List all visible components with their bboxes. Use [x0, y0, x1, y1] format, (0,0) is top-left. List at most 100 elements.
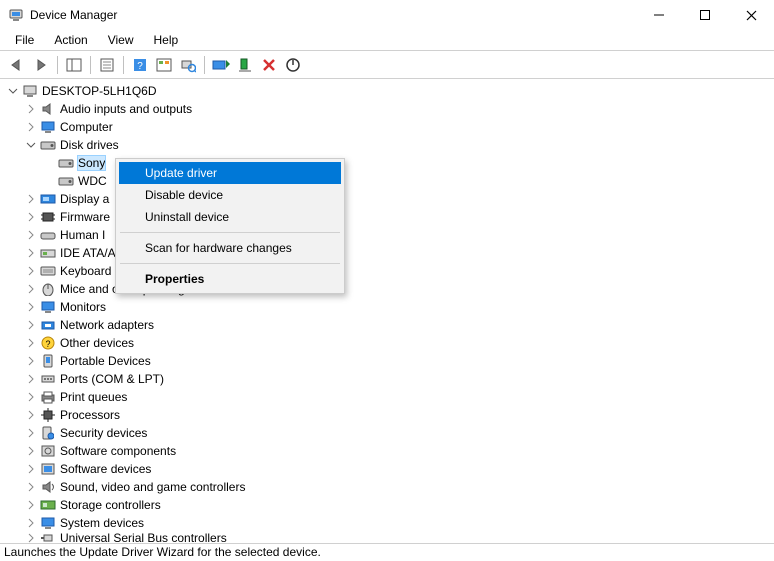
tree-label: Software components [60, 444, 176, 458]
disk-icon [58, 155, 74, 171]
tree-item-storage[interactable]: Storage controllers [6, 496, 774, 514]
update-driver-button[interactable] [210, 54, 232, 76]
show-hide-console-tree-button[interactable] [63, 54, 85, 76]
chevron-down-icon[interactable] [24, 138, 38, 152]
device-tree[interactable]: DESKTOP-5LH1Q6D Audio inputs and outputs… [0, 80, 774, 543]
chevron-right-icon[interactable] [24, 390, 38, 404]
chevron-right-icon[interactable] [24, 498, 38, 512]
separator [204, 56, 205, 74]
properties-button[interactable] [96, 54, 118, 76]
chevron-right-icon[interactable] [24, 444, 38, 458]
menu-view[interactable]: View [99, 31, 143, 49]
context-update-driver[interactable]: Update driver [119, 162, 341, 184]
portable-device-icon [40, 353, 56, 369]
chevron-right-icon[interactable] [24, 408, 38, 422]
tree-item-printq[interactable]: Print queues [6, 388, 774, 406]
tree-item-sound[interactable]: Sound, video and game controllers [6, 478, 774, 496]
chevron-right-icon[interactable] [24, 264, 38, 278]
tree-item-processors[interactable]: Processors [6, 406, 774, 424]
context-scan-hardware[interactable]: Scan for hardware changes [119, 237, 341, 259]
chevron-right-icon[interactable] [24, 192, 38, 206]
maximize-button[interactable] [682, 0, 728, 30]
disable-button[interactable] [282, 54, 304, 76]
tree-label: Software devices [60, 462, 151, 476]
chevron-right-icon[interactable] [24, 246, 38, 260]
tree-item-audio[interactable]: Audio inputs and outputs [6, 100, 774, 118]
chevron-right-icon[interactable] [24, 210, 38, 224]
tree-item-swcomp[interactable]: Software components [6, 442, 774, 460]
titlebar: Device Manager [0, 0, 774, 30]
tree-label: Sony [78, 156, 105, 170]
tree-item-disk-drives[interactable]: Disk drives [6, 136, 774, 154]
tree-item-usb[interactable]: Universal Serial Bus controllers [6, 532, 774, 543]
tree-label: Firmware [60, 210, 110, 224]
system-device-icon [40, 515, 56, 531]
usb-icon [40, 532, 56, 543]
tree-label: Portable Devices [60, 354, 151, 368]
tree-item-system[interactable]: System devices [6, 514, 774, 532]
chevron-right-icon[interactable] [24, 516, 38, 530]
speaker-icon [40, 101, 56, 117]
chevron-right-icon[interactable] [24, 480, 38, 494]
chevron-right-icon[interactable] [24, 300, 38, 314]
cpu-icon [40, 407, 56, 423]
help-button[interactable]: ? [129, 54, 151, 76]
chevron-right-icon[interactable] [24, 318, 38, 332]
chevron-right-icon[interactable] [24, 426, 38, 440]
chevron-down-icon[interactable] [6, 84, 20, 98]
tree-label: Monitors [60, 300, 106, 314]
chevron-right-icon[interactable] [24, 228, 38, 242]
svg-text:?: ? [137, 61, 143, 72]
status-bar: Launches the Update Driver Wizard for th… [0, 543, 774, 561]
chevron-right-icon[interactable] [24, 120, 38, 134]
tree-label: Sound, video and game controllers [60, 480, 245, 494]
separator [123, 56, 124, 74]
separator [57, 56, 58, 74]
chevron-right-icon[interactable] [24, 102, 38, 116]
uninstall-button[interactable] [258, 54, 280, 76]
forward-button[interactable] [30, 54, 52, 76]
chevron-right-icon[interactable] [24, 372, 38, 386]
separator [120, 232, 340, 233]
menu-help[interactable]: Help [145, 31, 188, 49]
software-device-icon [40, 461, 56, 477]
tree-item-other[interactable]: ? Other devices [6, 334, 774, 352]
context-uninstall-device[interactable]: Uninstall device [119, 206, 341, 228]
scan-hardware-button[interactable] [177, 54, 199, 76]
action-toolbar-button[interactable] [153, 54, 175, 76]
chevron-right-icon[interactable] [24, 282, 38, 296]
tree-item-security[interactable]: Security devices [6, 424, 774, 442]
chevron-right-icon[interactable] [24, 336, 38, 350]
tree-item-portable[interactable]: Portable Devices [6, 352, 774, 370]
back-button[interactable] [6, 54, 28, 76]
tree-item-monitors[interactable]: Monitors [6, 298, 774, 316]
context-menu: Update driver Disable device Uninstall d… [115, 158, 345, 294]
chevron-right-icon[interactable] [24, 532, 38, 543]
tree-item-network[interactable]: Network adapters [6, 316, 774, 334]
tree-label: Print queues [60, 390, 127, 404]
keyboard-icon [40, 263, 56, 279]
mouse-icon [40, 281, 56, 297]
status-text: Launches the Update Driver Wizard for th… [4, 545, 321, 559]
tree-label: IDE ATA/A [60, 246, 116, 260]
menu-file[interactable]: File [6, 31, 43, 49]
enable-button[interactable] [234, 54, 256, 76]
device-manager-icon [8, 7, 24, 23]
context-disable-device[interactable]: Disable device [119, 184, 341, 206]
tree-item-ports[interactable]: Ports (COM & LPT) [6, 370, 774, 388]
close-button[interactable] [728, 0, 774, 30]
minimize-button[interactable] [636, 0, 682, 30]
context-properties[interactable]: Properties [119, 268, 341, 290]
tree-root[interactable]: DESKTOP-5LH1Q6D [6, 82, 774, 100]
tree-label: Network adapters [60, 318, 154, 332]
unknown-device-icon: ? [40, 335, 56, 351]
chevron-right-icon[interactable] [24, 462, 38, 476]
network-adapter-icon [40, 317, 56, 333]
tree-item-computer[interactable]: Computer [6, 118, 774, 136]
chevron-right-icon[interactable] [24, 354, 38, 368]
spacer [42, 174, 56, 188]
tree-label: Ports (COM & LPT) [60, 372, 164, 386]
monitor-icon [40, 119, 56, 135]
tree-item-swdev[interactable]: Software devices [6, 460, 774, 478]
menu-action[interactable]: Action [45, 31, 96, 49]
